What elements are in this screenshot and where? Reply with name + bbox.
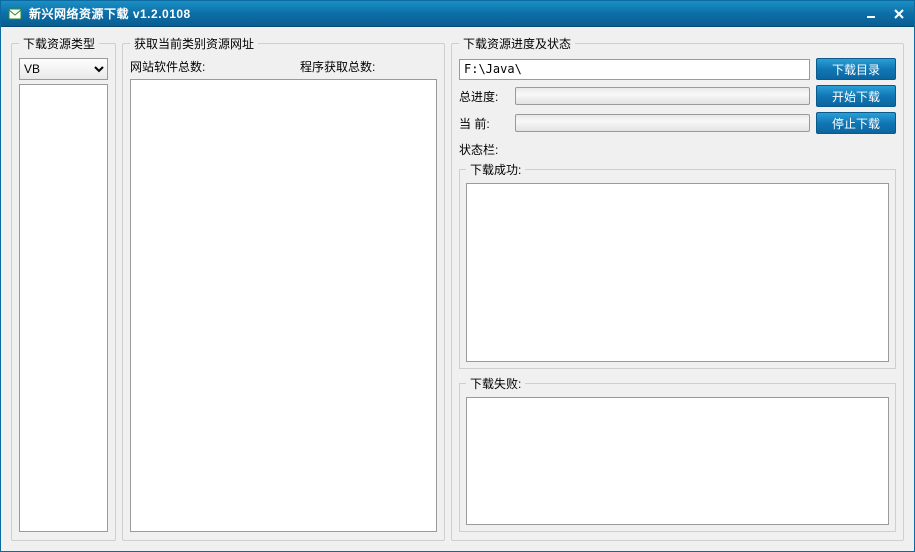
success-legend: 下载成功: [466, 161, 525, 178]
fetch-column: 获取当前类别资源网址 网站软件总数: 程序获取总数: [122, 35, 445, 541]
type-select[interactable]: VB [19, 58, 108, 80]
fail-legend: 下载失败: [466, 375, 525, 392]
total-progress-bar [515, 87, 810, 105]
download-dir-button[interactable]: 下载目录 [816, 58, 896, 80]
type-legend: 下载资源类型 [19, 35, 99, 52]
current-progress-row: 当 前: 停止下载 [459, 112, 896, 134]
fetch-total-label: 程序获取总数: [300, 58, 375, 75]
status-bar-label: 状态栏: [459, 141, 896, 158]
success-list[interactable] [466, 183, 889, 362]
window-title: 新兴网络资源下载 v1.2.0108 [29, 5, 858, 22]
fetch-legend: 获取当前类别资源网址 [130, 35, 258, 52]
total-progress-row: 总进度: 开始下载 [459, 85, 896, 107]
close-button[interactable] [886, 4, 912, 24]
fetch-list[interactable] [130, 79, 437, 532]
titlebar: 新兴网络资源下载 v1.2.0108 [1, 1, 914, 27]
stop-download-button[interactable]: 停止下载 [816, 112, 896, 134]
fail-list[interactable] [466, 397, 889, 525]
type-list[interactable] [19, 84, 108, 532]
progress-group: 下载资源进度及状态 下载目录 总进度: 开始下载 当 前: 停止下载 状态栏: [451, 35, 904, 541]
fetch-counts-row: 网站软件总数: 程序获取总数: [130, 58, 437, 75]
start-download-button[interactable]: 开始下载 [816, 85, 896, 107]
client-area: 下载资源类型 VB 获取当前类别资源网址 网站软件总数: 程序获取总数: 下载资 [1, 27, 914, 551]
progress-column: 下载资源进度及状态 下载目录 总进度: 开始下载 当 前: 停止下载 状态栏: [451, 35, 904, 541]
app-window: 新兴网络资源下载 v1.2.0108 下载资源类型 VB 获取当 [0, 0, 915, 552]
type-group: 下载资源类型 VB [11, 35, 116, 541]
app-icon [7, 6, 23, 22]
minimize-button[interactable] [858, 4, 884, 24]
path-input[interactable] [459, 59, 810, 80]
type-column: 下载资源类型 VB [11, 35, 116, 541]
current-progress-bar [515, 114, 810, 132]
current-progress-label: 当 前: [459, 115, 509, 132]
success-group: 下载成功: [459, 161, 896, 369]
progress-legend: 下载资源进度及状态 [459, 35, 575, 52]
fail-group: 下载失败: [459, 375, 896, 532]
path-row: 下载目录 [459, 58, 896, 80]
total-progress-label: 总进度: [459, 88, 509, 105]
fetch-group: 获取当前类别资源网址 网站软件总数: 程序获取总数: [122, 35, 445, 541]
site-total-label: 网站软件总数: [130, 58, 300, 75]
